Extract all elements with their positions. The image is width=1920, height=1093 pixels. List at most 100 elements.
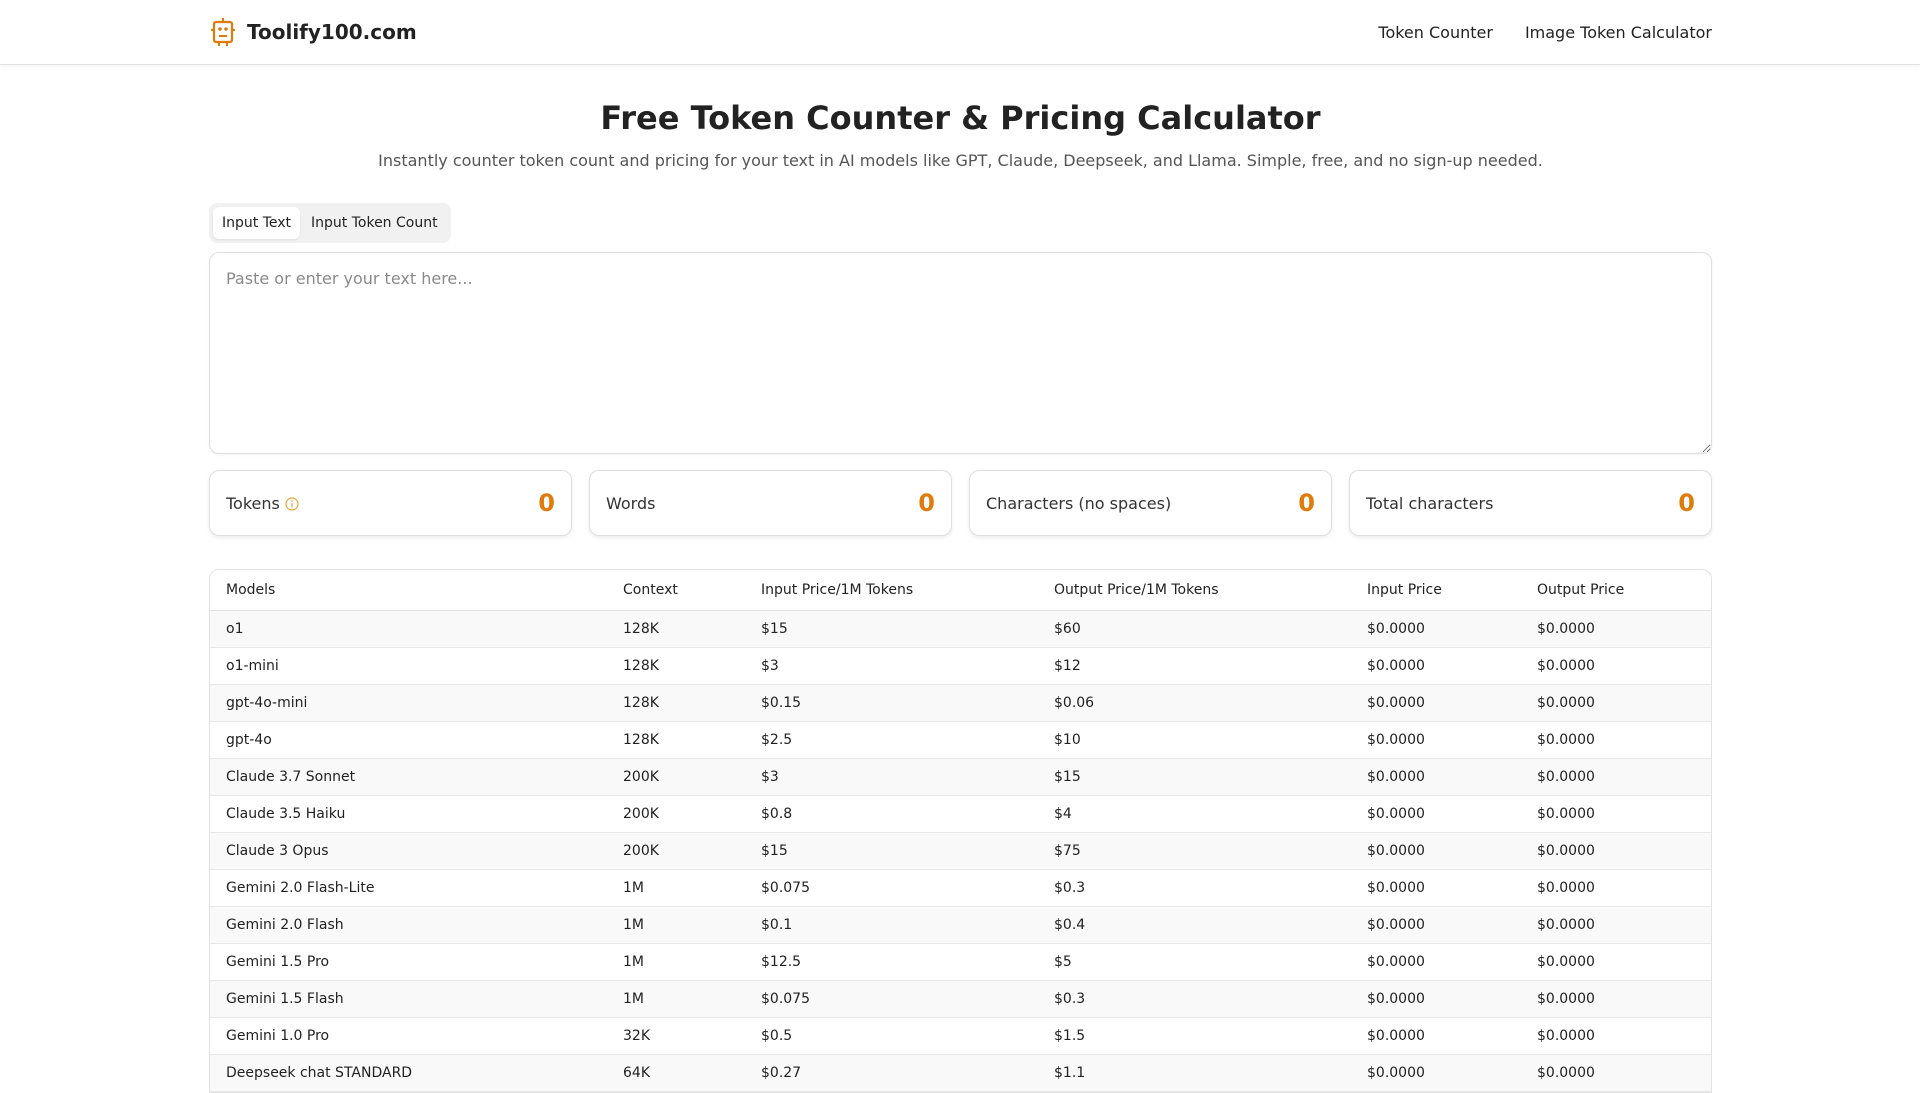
brand[interactable]: Toolify100.com [209, 17, 417, 47]
cell-output-price: $0.0000 [1521, 647, 1711, 685]
cell-context: 200K [607, 832, 745, 870]
pricing-table: Models Context Input Price/1M Tokens Out… [210, 570, 1711, 1092]
cell-context: 128K [607, 684, 745, 722]
cell-input-price-per-1m: $3 [745, 758, 1038, 796]
cell-model: gpt-4o [210, 721, 607, 759]
cell-model: Deepseek chat STANDARD [210, 1054, 607, 1092]
cell-context: 200K [607, 758, 745, 796]
cell-context: 128K [607, 647, 745, 685]
cell-input-price: $0.0000 [1351, 869, 1521, 907]
stat-label-tokens-wrap: Tokens [226, 494, 299, 513]
cell-model: o1 [210, 610, 607, 648]
table-row: Gemini 1.5 Pro 1M $12.5 $5 $0.0000 $0.0000 [210, 943, 1711, 981]
cell-output-price-per-1m: $10 [1038, 721, 1351, 759]
pricing-table-wrapper: Models Context Input Price/1M Tokens Out… [209, 569, 1712, 1093]
cell-output-price-per-1m: $0.4 [1038, 906, 1351, 944]
cell-context: 1M [607, 906, 745, 944]
cell-context: 200K [607, 795, 745, 833]
text-input[interactable] [209, 252, 1712, 454]
page-subtitle: Instantly counter token count and pricin… [378, 151, 1543, 170]
main-content: Free Token Counter & Pricing Calculator … [209, 98, 1712, 1093]
nav-link-image-token-calculator[interactable]: Image Token Calculator [1525, 23, 1712, 42]
cell-input-price-per-1m: $12.5 [745, 943, 1038, 981]
tab-input-token-count[interactable]: Input Token Count [302, 207, 447, 239]
cell-output-price: $0.0000 [1521, 684, 1711, 722]
column-header-output-price: Output Price [1521, 570, 1711, 611]
cell-model: o1-mini [210, 647, 607, 685]
cell-output-price-per-1m: $15 [1038, 758, 1351, 796]
stat-card-characters-no-spaces: Characters (no spaces) 0 [969, 470, 1332, 536]
cell-input-price-per-1m: $3 [745, 647, 1038, 685]
cell-output-price: $0.0000 [1521, 869, 1711, 907]
table-row: Gemini 2.0 Flash 1M $0.1 $0.4 $0.0000 $0.0000 [210, 906, 1711, 944]
cell-input-price-per-1m: $0.8 [745, 795, 1038, 833]
cell-context: 1M [607, 943, 745, 981]
cell-context: 128K [607, 721, 745, 759]
cell-context: 1M [607, 980, 745, 1018]
cell-input-price-per-1m: $15 [745, 832, 1038, 870]
nav-link-token-counter[interactable]: Token Counter [1378, 23, 1493, 42]
cell-output-price: $0.0000 [1521, 721, 1711, 759]
column-header-context: Context [607, 570, 745, 611]
header-inner: Toolify100.com Token Counter Image Token… [209, 0, 1712, 64]
cell-input-price-per-1m: $0.075 [745, 869, 1038, 907]
cell-input-price: $0.0000 [1351, 980, 1521, 1018]
cell-input-price: $0.0000 [1351, 832, 1521, 870]
cell-input-price-per-1m: $2.5 [745, 721, 1038, 759]
column-header-input-price-per-1m: Input Price/1M Tokens [745, 570, 1038, 611]
cell-model: Gemini 1.5 Pro [210, 943, 607, 981]
cell-output-price-per-1m: $4 [1038, 795, 1351, 833]
brand-name: Toolify100.com [247, 20, 417, 44]
stat-value-characters-no-spaces: 0 [1298, 489, 1315, 517]
table-row: Gemini 1.5 Flash 1M $0.075 $0.3 $0.0000 $0.00… [210, 980, 1711, 1018]
cell-output-price-per-1m: $12 [1038, 647, 1351, 685]
cell-output-price: $0.0000 [1521, 1017, 1711, 1055]
table-row: o1-mini 128K $3 $12 $0.0000 $0.0000 [210, 647, 1711, 685]
column-header-output-price-per-1m: Output Price/1M Tokens [1038, 570, 1351, 611]
cell-output-price: $0.0000 [1521, 906, 1711, 944]
stat-label-characters-no-spaces: Characters (no spaces) [986, 493, 1172, 513]
cell-output-price-per-1m: $1.1 [1038, 1054, 1351, 1092]
cell-output-price: $0.0000 [1521, 795, 1711, 833]
cell-output-price-per-1m: $0.3 [1038, 980, 1351, 1018]
stat-card-tokens: Tokens 0 [209, 470, 572, 536]
table-header-row: Models Context Input Price/1M Tokens Out… [210, 570, 1711, 611]
stat-card-words: Words 0 [589, 470, 952, 536]
table-row: o1 128K $15 $60 $0.0000 $0.0000 [210, 610, 1711, 648]
cell-output-price: $0.0000 [1521, 832, 1711, 870]
cell-output-price-per-1m: $60 [1038, 610, 1351, 648]
cell-input-price: $0.0000 [1351, 647, 1521, 685]
page-title: Free Token Counter & Pricing Calculator [600, 99, 1321, 137]
stat-value-tokens: 0 [538, 489, 555, 517]
cell-output-price: $0.0000 [1521, 980, 1711, 1018]
cell-context: 64K [607, 1054, 745, 1092]
cell-model: Gemini 1.5 Flash [210, 980, 607, 1018]
cell-input-price: $0.0000 [1351, 684, 1521, 722]
stat-card-total-characters: Total characters 0 [1349, 470, 1712, 536]
cell-context: 128K [607, 610, 745, 648]
table-row: Claude 3.5 Haiku 200K $0.8 $4 $0.0000 $0.0000 [210, 795, 1711, 833]
cell-input-price: $0.0000 [1351, 1017, 1521, 1055]
cell-input-price-per-1m: $0.27 [745, 1054, 1038, 1092]
main-nav: Token Counter Image Token Calculator [1378, 23, 1712, 42]
stat-value-total-characters: 0 [1678, 489, 1695, 517]
cell-input-price: $0.0000 [1351, 610, 1521, 648]
cell-input-price: $0.0000 [1351, 1054, 1521, 1092]
cell-model: Gemini 1.0 Pro [210, 1017, 607, 1055]
stat-label-tokens: Tokens [226, 493, 280, 513]
cell-output-price-per-1m: $1.5 [1038, 1017, 1351, 1055]
table-row: gpt-4o-mini 128K $0.15 $0.06 $0.0000 $0.0000 [210, 684, 1711, 722]
column-header-input-price: Input Price [1351, 570, 1521, 611]
cell-output-price-per-1m: $5 [1038, 943, 1351, 981]
table-row: Claude 3.7 Sonnet 200K $3 $15 $0.0000 $0.0000 [210, 758, 1711, 796]
cell-model: Gemini 2.0 Flash [210, 906, 607, 944]
table-row: Gemini 1.0 Pro 32K $0.5 $1.5 $0.0000 $0.0000 [210, 1017, 1711, 1055]
info-icon[interactable] [285, 497, 299, 511]
table-row: Claude 3 Opus 200K $15 $75 $0.0000 $0.0000 [210, 832, 1711, 870]
cell-context: 32K [607, 1017, 745, 1055]
cell-model: Claude 3.7 Sonnet [210, 758, 607, 796]
stat-label-words: Words [606, 493, 656, 513]
tab-input-text[interactable]: Input Text [213, 207, 301, 239]
cell-output-price: $0.0000 [1521, 758, 1711, 796]
cell-input-price: $0.0000 [1351, 795, 1521, 833]
